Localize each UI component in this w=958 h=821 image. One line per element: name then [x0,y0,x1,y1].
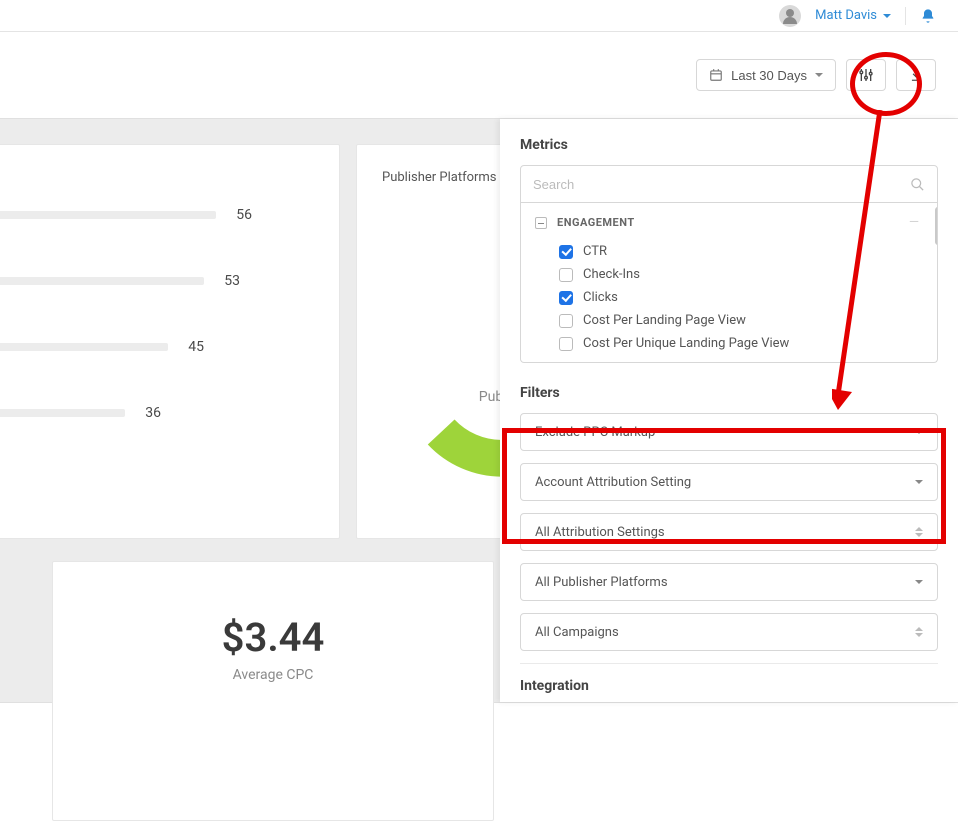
metric-label: Cost Per Unique Landing Page View [583,336,789,351]
filter-label: Account Attribution Setting [535,475,691,490]
metric-item[interactable]: Clicks [535,286,923,309]
checkbox[interactable] [559,291,573,305]
filter-all-attribution[interactable]: All Attribution Settings [520,513,938,551]
chevron-down-icon [915,580,923,584]
filter-label: Exclude PPC Markup [535,425,655,440]
chevron-down-icon [915,430,923,434]
metric-item[interactable]: Check-Ins [535,263,923,286]
export-button[interactable] [896,59,936,91]
filter-all-campaigns[interactable]: All Campaigns [520,613,938,651]
metric-label: Clicks [583,290,618,305]
date-range-button[interactable]: Last 30 Days [696,59,836,91]
checkbox[interactable] [559,337,573,351]
avatar[interactable] [779,5,801,27]
settings-panel: Metrics ENGAGEMENT — CTR Check-Ins Clicks C… [500,119,958,702]
bar-row: 45 [0,339,339,355]
checkbox[interactable] [559,268,573,282]
bar [0,343,168,351]
metric-item[interactable]: Cost Per Unique Landing Page View [535,332,923,355]
bar-value: 45 [180,339,204,355]
calendar-icon [709,68,723,82]
filters-heading: Filters [520,385,938,401]
top-bar: Matt Davis [0,0,958,32]
dashboard-area: 56534536 $3.44 Average CPC Publisher Pla… [0,118,958,703]
filter-label: All Publisher Platforms [535,575,668,590]
toolbar: Last 30 Days [0,32,958,118]
filter-exclude-ppc[interactable]: Exclude PPC Markup [520,413,938,451]
bar [0,277,204,285]
collapse-icon [535,217,547,229]
metric-item[interactable]: CTR [535,240,923,263]
checkbox[interactable] [559,245,573,259]
metrics-heading: Metrics [520,137,938,153]
sliders-icon [858,67,874,83]
bar-value: 53 [216,273,240,289]
metric-item[interactable]: Cost Per Landing Page View [535,309,923,332]
bar-value: 56 [228,207,252,223]
caret-down-icon [815,73,823,77]
integration-heading: Integration [520,678,938,694]
metric-label: CTR [583,244,607,259]
updown-icon [915,627,923,637]
metric-label: Cost Per Landing Page View [583,313,746,328]
kpi-label: Average CPC [233,667,314,683]
bell-icon[interactable] [920,8,936,24]
chevron-down-icon [915,480,923,484]
divider [905,7,906,25]
bar-row: 56 [0,207,339,223]
metric-label: Check-Ins [583,267,640,282]
bar-row: 53 [0,273,339,289]
user-menu[interactable]: Matt Davis [815,8,891,23]
updown-icon [915,527,923,537]
divider [520,663,938,664]
metrics-list: ENGAGEMENT — CTR Check-Ins Clicks Cost Per … [520,203,938,363]
search-icon [910,177,925,192]
user-name-text: Matt Davis [815,8,877,23]
bar-row: 36 [0,405,339,421]
bar [0,211,216,219]
download-icon [909,68,923,82]
metrics-search-input[interactable] [533,177,910,192]
checkbox[interactable] [559,314,573,328]
settings-sliders-button[interactable] [846,59,886,91]
kpi-card: $3.44 Average CPC [52,561,494,821]
filter-account-attribution[interactable]: Account Attribution Setting [520,463,938,501]
kpi-value: $3.44 [222,614,325,661]
filter-label: All Campaigns [535,625,619,640]
date-range-label: Last 30 Days [731,68,807,83]
filter-label: All Attribution Settings [535,525,665,540]
filter-all-platforms[interactable]: All Publisher Platforms [520,563,938,601]
bar-value: 36 [137,405,161,421]
bar-list-card: 56 53 45 36 [0,144,340,539]
metrics-group-header[interactable]: ENGAGEMENT — [535,203,923,240]
bar [0,409,125,417]
metrics-group-title: ENGAGEMENT [557,216,635,229]
chevron-down-icon [883,14,891,18]
dash-icon: — [909,215,919,230]
scrollbar-thumb[interactable] [935,207,938,245]
metrics-search[interactable] [520,165,938,203]
